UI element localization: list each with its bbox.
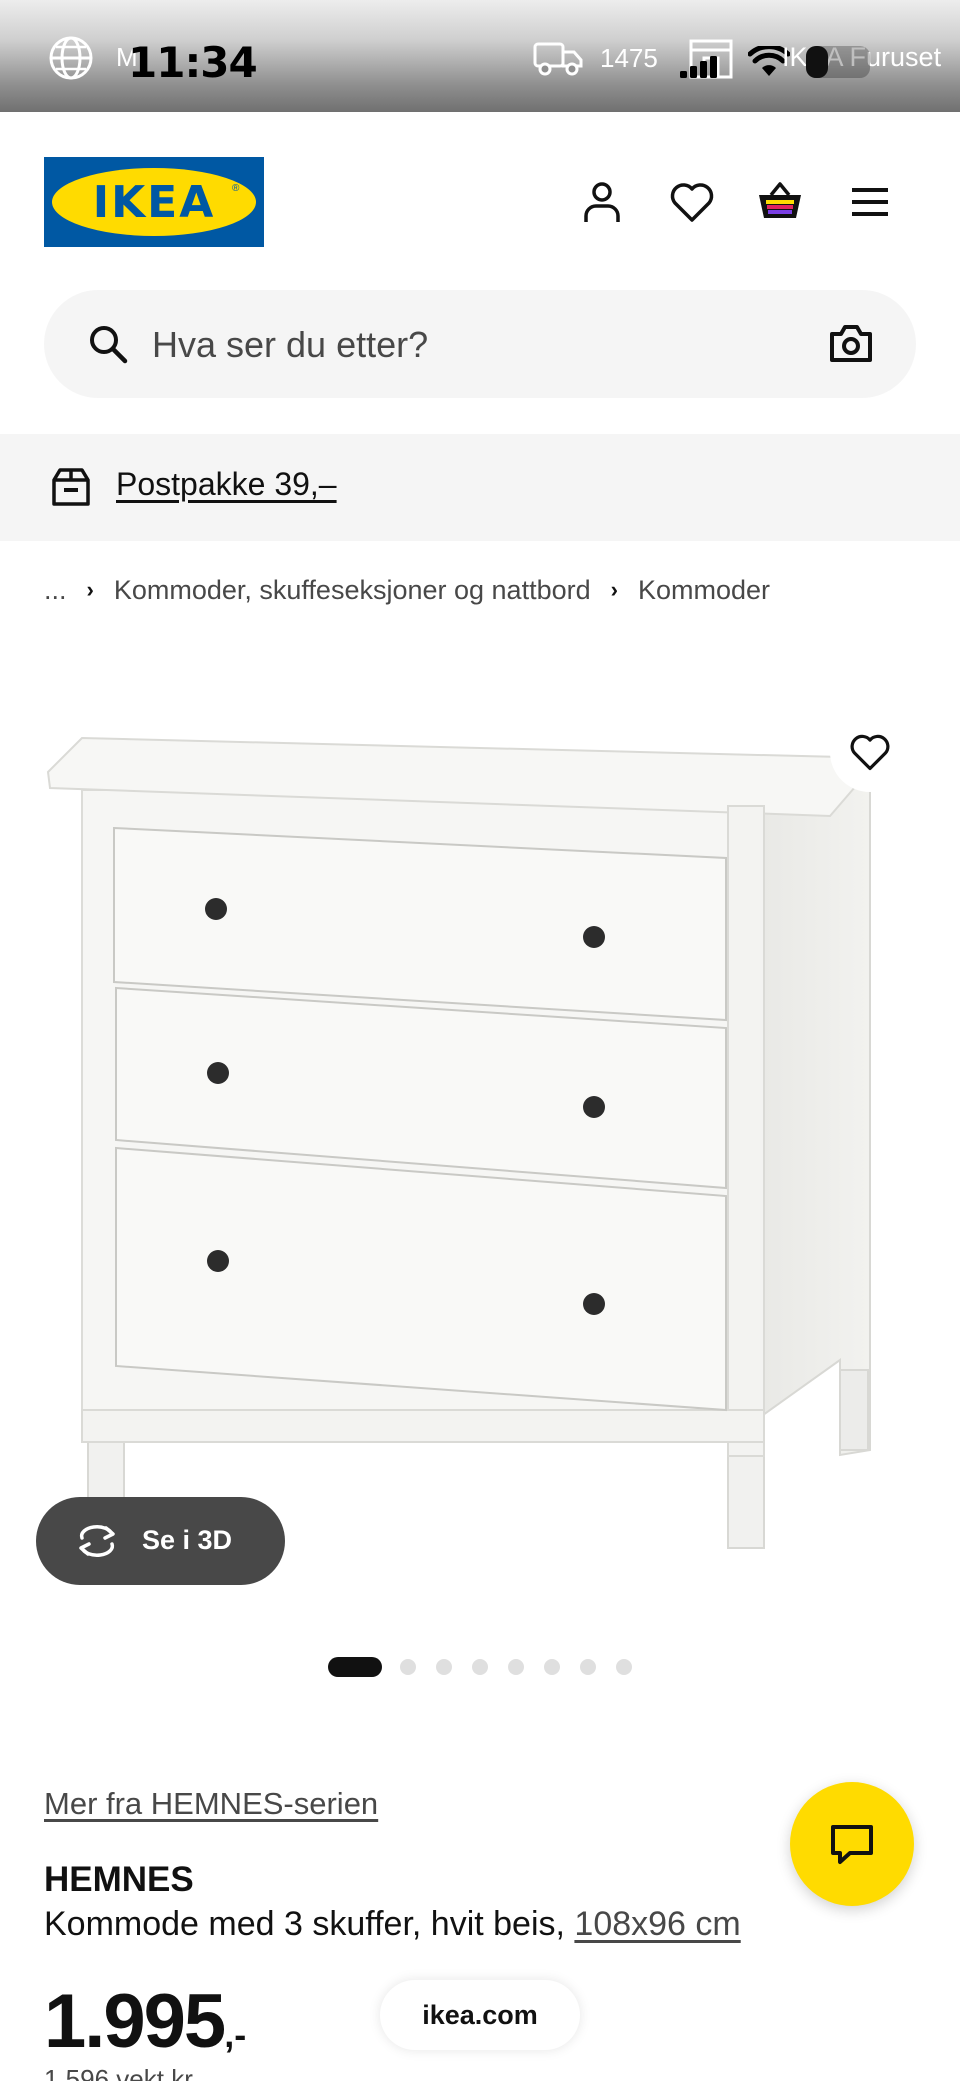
search-bar[interactable]: Hva ser du etter? bbox=[44, 290, 916, 398]
camera-search-icon[interactable] bbox=[828, 322, 874, 364]
logo-wordmark: IKEA bbox=[92, 177, 216, 228]
cellular-signal-icon bbox=[680, 56, 717, 78]
pagination-dot[interactable] bbox=[580, 1659, 596, 1675]
view-3d-label: Se i 3D bbox=[142, 1525, 233, 1555]
chevron-right-icon: › bbox=[86, 577, 94, 602]
series-link[interactable]: Mer fra HEMNES-serien bbox=[44, 1786, 378, 1822]
sub-price: 1.596 vekt kr bbox=[44, 2066, 193, 2081]
chevron-right-icon: › bbox=[610, 577, 618, 602]
price-suffix: ,- bbox=[224, 2014, 247, 2055]
status-bar: M 11:34 1475 IKEA Furuset bbox=[0, 0, 960, 112]
breadcrumb: ... › Kommoder, skuffeseksjoner og nattb… bbox=[44, 572, 770, 608]
product-image[interactable] bbox=[40, 720, 920, 1550]
logo-registered-mark: ® bbox=[232, 183, 240, 194]
product-price: 1.995,- bbox=[44, 1978, 246, 2065]
search-icon bbox=[90, 326, 128, 364]
globe-icon bbox=[49, 36, 93, 80]
product-description-text: Kommode med 3 skuffer, hvit beis, bbox=[44, 1905, 575, 1943]
breadcrumb-item-ellipsis[interactable]: ... bbox=[44, 575, 67, 606]
rotate-3d-icon bbox=[79, 1525, 115, 1557]
pagination-dot-active[interactable] bbox=[328, 1657, 382, 1677]
parcel-icon bbox=[52, 468, 90, 506]
search-input[interactable]: Hva ser du etter? bbox=[152, 324, 428, 366]
pagination-dot[interactable] bbox=[616, 1659, 632, 1675]
chat-button[interactable] bbox=[790, 1782, 914, 1906]
browser-url-pill[interactable]: ikea.com bbox=[380, 1980, 580, 2050]
pagination-dot[interactable] bbox=[400, 1659, 416, 1675]
view-3d-button[interactable]: Se i 3D bbox=[36, 1497, 285, 1585]
battery-icon bbox=[806, 46, 870, 78]
store-number: 1475 bbox=[600, 43, 658, 73]
delivery-truck-icon bbox=[533, 42, 583, 76]
price-value: 1.995 bbox=[44, 1979, 226, 2064]
battery-fill bbox=[806, 46, 829, 78]
shopping-bag-icon[interactable] bbox=[756, 178, 804, 226]
chat-icon bbox=[831, 1825, 873, 1864]
breadcrumb-item-subcategory[interactable]: Kommoder bbox=[638, 575, 770, 606]
heart-icon bbox=[850, 734, 890, 771]
status-time: 11:34 bbox=[128, 38, 258, 87]
product-name: HEMNES bbox=[44, 1860, 194, 1899]
pagination-dot[interactable] bbox=[544, 1659, 560, 1675]
pagination-dot[interactable] bbox=[436, 1659, 452, 1675]
promo-banner[interactable]: Postpakke 39,– bbox=[0, 434, 960, 541]
ikea-logo[interactable]: IKEA ® bbox=[44, 157, 264, 247]
product-size-link[interactable]: 108x96 cm bbox=[574, 1905, 740, 1943]
save-favourite-button[interactable] bbox=[830, 712, 910, 792]
breadcrumb-item-category[interactable]: Kommoder, skuffeseksjoner og nattbord bbox=[114, 575, 591, 606]
heart-icon[interactable] bbox=[668, 178, 716, 226]
pagination-dot[interactable] bbox=[508, 1659, 524, 1675]
promo-link[interactable]: Postpakke 39,– bbox=[116, 466, 337, 503]
product-description: Kommode med 3 skuffer, hvit beis, 108x96… bbox=[44, 1905, 741, 1944]
menu-icon[interactable] bbox=[846, 178, 894, 226]
user-icon[interactable] bbox=[578, 178, 626, 226]
pagination-dot[interactable] bbox=[472, 1659, 488, 1675]
